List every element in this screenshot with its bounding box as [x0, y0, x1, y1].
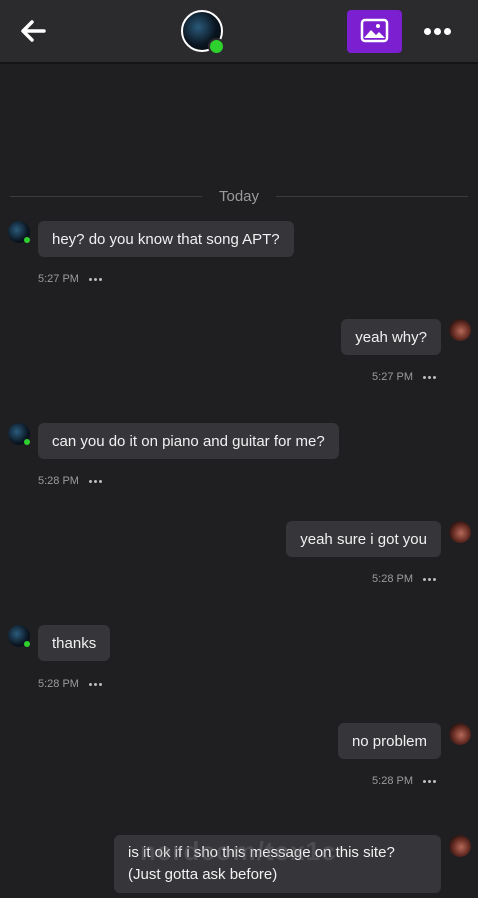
- arrow-left-icon: [21, 20, 46, 42]
- message-bubble-received[interactable]: thanks: [38, 625, 111, 661]
- message-timestamp: 5:28 PM: [38, 475, 79, 487]
- more-dot: [444, 28, 451, 35]
- message-bubble-sent[interactable]: no problem: [337, 723, 441, 759]
- my-avatar-small[interactable]: [449, 835, 471, 857]
- message-meta: 5:28 PM: [372, 573, 438, 585]
- message-bubble-received[interactable]: hey? do you know that song APT?: [38, 221, 294, 257]
- message-timestamp: 5:27 PM: [38, 273, 79, 285]
- top-bar: [0, 0, 478, 64]
- message-options-icon[interactable]: [423, 577, 438, 581]
- message-meta: 5:27 PM: [38, 273, 104, 285]
- my-avatar-small[interactable]: [449, 319, 471, 341]
- gallery-button[interactable]: [347, 10, 402, 53]
- message-meta: 5:28 PM: [372, 775, 438, 787]
- message-timestamp: 5:28 PM: [38, 678, 79, 690]
- message-meta: 5:28 PM: [38, 678, 104, 690]
- my-avatar-small[interactable]: [449, 521, 471, 543]
- message-options-icon[interactable]: [423, 375, 438, 379]
- more-dot: [434, 28, 441, 35]
- more-horizontal-icon: [424, 28, 431, 35]
- online-status-icon: [24, 439, 30, 445]
- online-status-icon: [24, 641, 30, 647]
- message-bubble-received[interactable]: can you do it on piano and guitar for me…: [38, 423, 339, 459]
- message-timestamp: 5:28 PM: [372, 573, 413, 585]
- message-meta: 5:28 PM: [38, 475, 104, 487]
- message-options-icon[interactable]: [88, 277, 104, 281]
- message-bubble-sent[interactable]: yeah sure i got you: [286, 521, 441, 557]
- online-status-icon: [208, 38, 225, 55]
- message-timestamp: 5:27 PM: [372, 371, 413, 383]
- back-button[interactable]: [18, 16, 48, 46]
- image-icon: [360, 18, 389, 43]
- message-options-icon[interactable]: [423, 779, 438, 783]
- date-divider-label: Today: [218, 188, 260, 205]
- message-meta: 5:27 PM: [372, 371, 438, 383]
- online-status-icon: [24, 237, 30, 243]
- message-timestamp: 5:28 PM: [372, 775, 413, 787]
- message-bubble-sent[interactable]: is it ok if i sho this message on this s…: [114, 835, 441, 893]
- more-options-button[interactable]: [424, 22, 456, 42]
- message-options-icon[interactable]: [88, 479, 104, 483]
- message-options-icon[interactable]: [88, 682, 104, 686]
- message-bubble-sent[interactable]: yeah why?: [341, 319, 441, 355]
- my-avatar-small[interactable]: [449, 723, 471, 745]
